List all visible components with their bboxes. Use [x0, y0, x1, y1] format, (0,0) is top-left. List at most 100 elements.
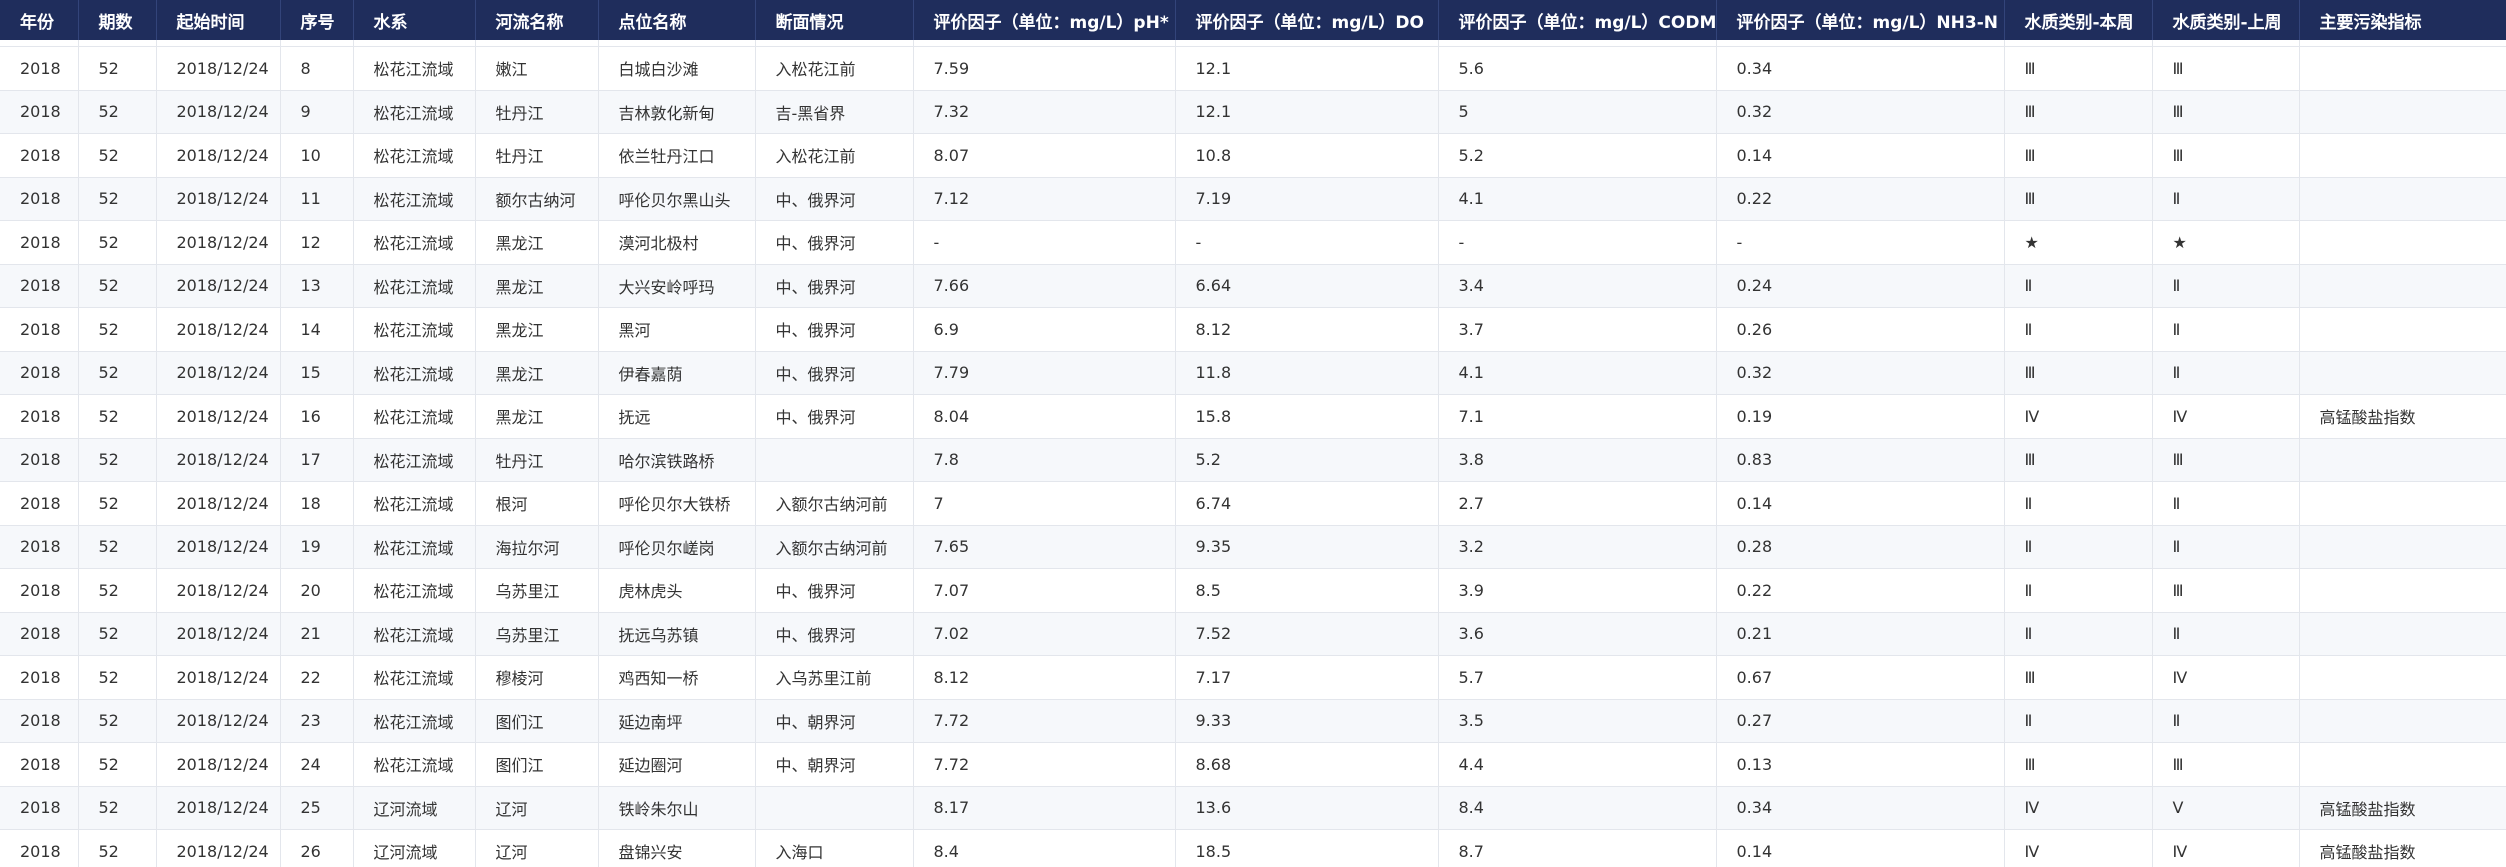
- table-row[interactable]: 2018 52 2018/12/24 24 松花江流域 图们江 延边圈河 中、朝界河 7.72 8…: [0, 742, 2506, 787]
- cell-nh3n: 0.14: [1716, 481, 2005, 526]
- header-col-site[interactable]: 点位名称: [598, 0, 756, 40]
- table-row[interactable]: 2018 52 2018/12/24 12 松花江流域 黑龙江 漠河北极村 中、俄界河 - - - -…: [0, 220, 2506, 265]
- table-row[interactable]: 2018 52 2018/12/24 23 松花江流域 图们江 延边南坪 中、朝界河 7.72 9…: [0, 699, 2506, 743]
- table-row[interactable]: 2018 52 2018/12/24 22 松花江流域 穆棱河 鸡西知一桥 入乌苏里江前 8.1…: [0, 655, 2506, 700]
- table-row[interactable]: 2018 52 2018/12/24 19 松花江流域 海拉尔河 呼伦贝尔嵯岗 入额尔古纳河前…: [0, 525, 2506, 569]
- header-col-quality-last-week[interactable]: 水质类别-上周: [2152, 0, 2300, 40]
- cell-do: 18.5: [1175, 829, 1439, 867]
- cell-river: 额尔古纳河: [475, 177, 599, 221]
- cell-nh3n: 0.24: [1716, 264, 2005, 308]
- table-row[interactable]: 2018 52 2018/12/24 14 松花江流域 黑龙江 黑河 中、俄界河 6.9 8.12…: [0, 307, 2506, 352]
- header-col-quality-this-week[interactable]: 水质类别-本周: [2004, 0, 2153, 40]
- cell-period: 52: [78, 307, 157, 352]
- table-row[interactable]: 2018 52 2018/12/24 18 松花江流域 根河 呼伦贝尔大铁桥 入额尔古纳河前 7…: [0, 481, 2506, 526]
- table-row[interactable]: 2018 52 2018/12/24 21 松花江流域 乌苏里江 抚远乌苏镇 中、俄界河 7.0…: [0, 612, 2506, 656]
- cell-nh3n: 0.14: [1716, 829, 2005, 867]
- cell-site: 虎林虎头: [598, 568, 756, 613]
- cell-quality-last-week: Ⅲ: [2152, 133, 2300, 178]
- cell-do: 13.6: [1175, 786, 1439, 830]
- cell-site: 哈尔滨铁路桥: [598, 438, 756, 482]
- cell-quality-this-week: Ⅲ: [2004, 351, 2153, 395]
- table-row[interactable]: 2018 52 2018/12/24 9 松花江流域 牡丹江 吉林敦化新甸 吉-黑省界 7.32…: [0, 90, 2506, 134]
- header-col-basin[interactable]: 水系: [353, 0, 476, 40]
- header-col-do[interactable]: 评价因子（单位：mg/L）DO: [1175, 0, 1439, 40]
- header-col-start-date[interactable]: 起始时间: [156, 0, 281, 40]
- cell-ph: 7.72: [913, 699, 1176, 743]
- header-col-index[interactable]: 序号: [280, 0, 354, 40]
- cell-river: 黑龙江: [475, 351, 599, 395]
- cell-period: 52: [78, 786, 157, 830]
- cell-nh3n: 0.13: [1716, 742, 2005, 787]
- cell-quality-last-week: Ⅱ: [2152, 481, 2300, 526]
- cell-nh3n: 0.21: [1716, 612, 2005, 656]
- cell-section: 中、俄界河: [755, 394, 914, 439]
- table-row[interactable]: 2018 52 2018/12/24 16 松花江流域 黑龙江 抚远 中、俄界河 8.04 15.…: [0, 394, 2506, 439]
- cell-main-pollutant: [2299, 699, 2506, 743]
- cell-codmn: 3.2: [1438, 525, 1717, 569]
- cell-year: 2018: [0, 394, 79, 439]
- cell-quality-last-week: Ⅲ: [2152, 568, 2300, 613]
- cell-period: 52: [78, 394, 157, 439]
- cell-basin: 松花江流域: [353, 655, 476, 700]
- cell-year: 2018: [0, 351, 79, 395]
- cell-period: 52: [78, 699, 157, 743]
- cell-index: 17: [280, 438, 354, 482]
- cell-codmn: 3.8: [1438, 438, 1717, 482]
- cell-start-date: 2018/12/24: [156, 612, 281, 656]
- cell-quality-this-week: Ⅱ: [2004, 525, 2153, 569]
- cell-period: 52: [78, 525, 157, 569]
- cell-start-date: 2018/12/24: [156, 90, 281, 134]
- cell-river: 牡丹江: [475, 438, 599, 482]
- cell-river: 黑龙江: [475, 264, 599, 308]
- header-col-period[interactable]: 期数: [78, 0, 157, 40]
- table-row[interactable]: 2018 52 2018/12/24 25 辽河流域 辽河 铁岭朱尔山 8.17 13.6 8.4…: [0, 786, 2506, 830]
- cell-start-date: 2018/12/24: [156, 264, 281, 308]
- cell-ph: 8.12: [913, 655, 1176, 700]
- cell-start-date: 2018/12/24: [156, 438, 281, 482]
- header-col-codmn[interactable]: 评价因子（单位：mg/L）CODMn: [1438, 0, 1717, 40]
- cell-quality-this-week: ★: [2004, 220, 2153, 265]
- table-row[interactable]: 2018 52 2018/12/24 26 辽河流域 辽河 盘锦兴安 入海口 8.4 18.5 8.…: [0, 829, 2506, 867]
- cell-start-date: 2018/12/24: [156, 829, 281, 867]
- cell-start-date: 2018/12/24: [156, 307, 281, 352]
- cell-do: 7.17: [1175, 655, 1439, 700]
- cell-codmn: 5.2: [1438, 133, 1717, 178]
- cell-codmn: 4.1: [1438, 177, 1717, 221]
- cell-section: 入额尔古纳河前: [755, 481, 914, 526]
- cell-main-pollutant: [2299, 177, 2506, 221]
- table-row[interactable]: 2018 52 2018/12/24 20 松花江流域 乌苏里江 虎林虎头 中、俄界河 7.07…: [0, 568, 2506, 613]
- header-col-ph[interactable]: 评价因子（单位：mg/L）pH*: [913, 0, 1176, 40]
- cell-start-date: 2018/12/24: [156, 786, 281, 830]
- header-col-year[interactable]: 年份: [0, 0, 79, 40]
- cell-do: 7.52: [1175, 612, 1439, 656]
- header-col-main-pollutant[interactable]: 主要污染指标: [2299, 0, 2506, 40]
- table-row[interactable]: 2018 52 2018/12/24 10 松花江流域 牡丹江 依兰牡丹江口 入松花江前 8.0…: [0, 133, 2506, 178]
- header-col-river[interactable]: 河流名称: [475, 0, 599, 40]
- cell-quality-this-week: Ⅲ: [2004, 438, 2153, 482]
- cell-start-date: 2018/12/24: [156, 220, 281, 265]
- cell-basin: 松花江流域: [353, 46, 476, 91]
- cell-index: 20: [280, 568, 354, 613]
- table-row[interactable]: 2018 52 2018/12/24 8 松花江流域 嫩江 白城白沙滩 入松花江前 7.59 12…: [0, 46, 2506, 91]
- cell-quality-this-week: Ⅱ: [2004, 307, 2153, 352]
- cell-section: 中、俄界河: [755, 612, 914, 656]
- cell-quality-last-week: Ⅱ: [2152, 264, 2300, 308]
- cell-codmn: 8.7: [1438, 829, 1717, 867]
- cell-start-date: 2018/12/24: [156, 394, 281, 439]
- cell-quality-this-week: Ⅲ: [2004, 133, 2153, 178]
- cell-site: 抚远: [598, 394, 756, 439]
- cell-codmn: 5.7: [1438, 655, 1717, 700]
- cell-index: 26: [280, 829, 354, 867]
- cell-nh3n: 0.32: [1716, 90, 2005, 134]
- table-row[interactable]: 2018 52 2018/12/24 11 松花江流域 额尔古纳河 呼伦贝尔黑山头 中、俄界河…: [0, 177, 2506, 221]
- table-row[interactable]: 2018 52 2018/12/24 15 松花江流域 黑龙江 伊春嘉荫 中、俄界河 7.79 1…: [0, 351, 2506, 395]
- cell-start-date: 2018/12/24: [156, 177, 281, 221]
- cell-site: 呼伦贝尔黑山头: [598, 177, 756, 221]
- table-row[interactable]: 2018 52 2018/12/24 17 松花江流域 牡丹江 哈尔滨铁路桥 7.8 5.2 3.…: [0, 438, 2506, 482]
- cell-section: [755, 786, 914, 830]
- table-row[interactable]: 2018 52 2018/12/24 13 松花江流域 黑龙江 大兴安岭呼玛 中、俄界河 7.6…: [0, 264, 2506, 308]
- cell-main-pollutant: [2299, 742, 2506, 787]
- cell-quality-this-week: Ⅲ: [2004, 90, 2153, 134]
- header-col-section[interactable]: 断面情况: [755, 0, 914, 40]
- header-col-nh3n[interactable]: 评价因子（单位：mg/L）NH3-N: [1716, 0, 2005, 40]
